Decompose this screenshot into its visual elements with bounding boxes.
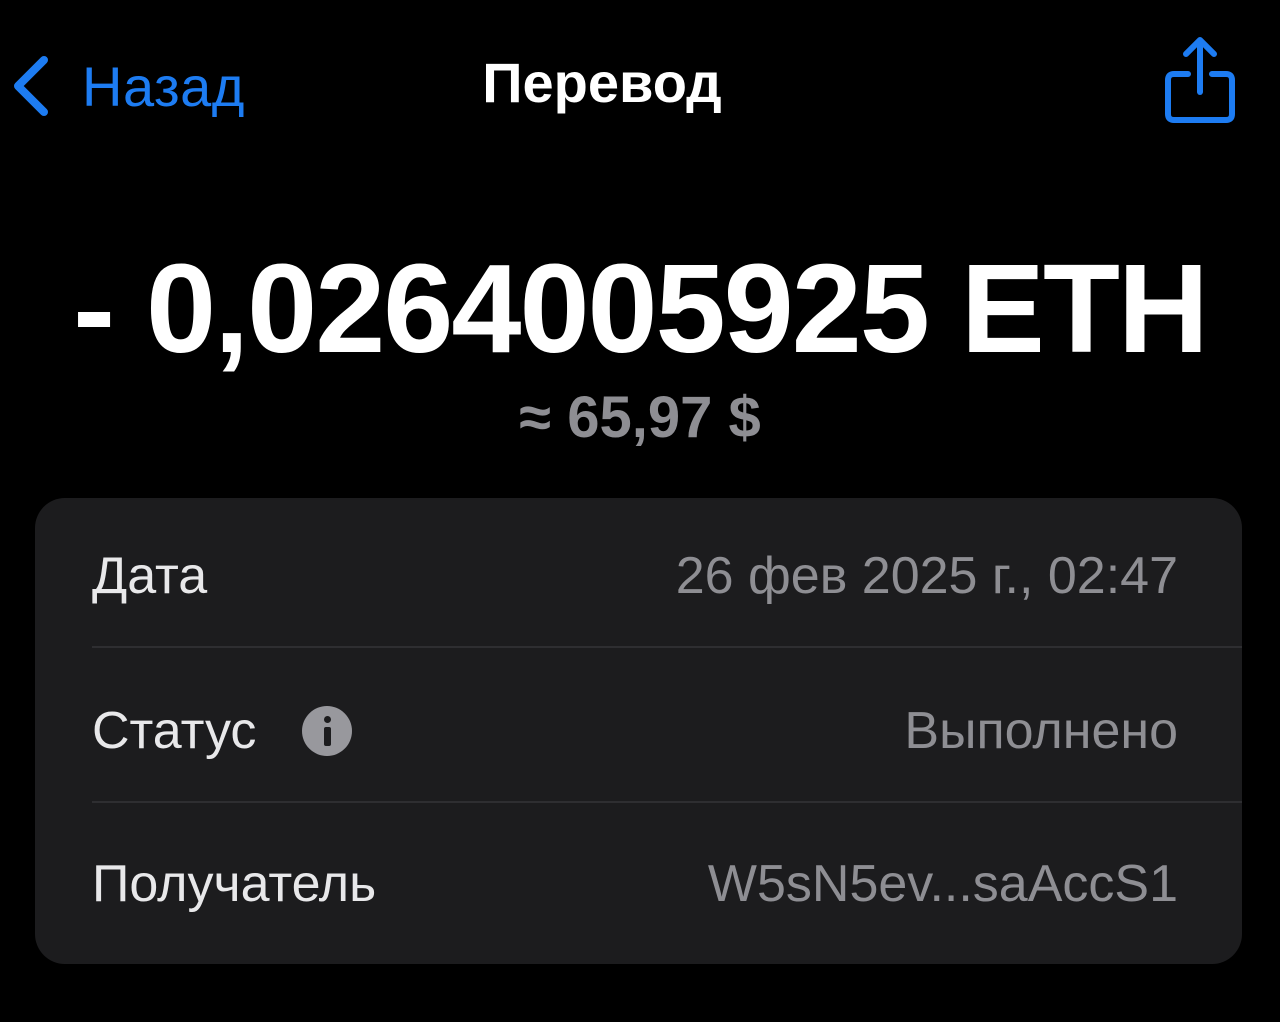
recipient-row[interactable]: Получатель W5sN5ev...saAccS1 <box>35 806 1242 956</box>
divider <box>92 646 1242 648</box>
info-icon[interactable] <box>302 706 353 756</box>
status-row: Статус Выполнено <box>35 653 1242 803</box>
divider <box>92 801 1242 803</box>
details-card: Дата 26 фев 2025 г., 02:47 Статус Выполн… <box>35 498 1242 964</box>
transaction-amount: - 0,0264005925 ETH <box>73 238 1209 379</box>
share-icon <box>1160 37 1240 130</box>
status-value: Выполнено <box>904 702 1178 760</box>
page-title: Перевод <box>0 50 1280 115</box>
date-value: 26 фев 2025 г., 02:47 <box>675 547 1178 605</box>
fiat-equivalent: ≈ 65,97 $ <box>519 385 761 450</box>
recipient-label: Получатель <box>92 855 377 913</box>
date-label: Дата <box>92 547 208 605</box>
page-title-text: Перевод <box>482 51 722 114</box>
share-button[interactable] <box>1160 34 1240 131</box>
date-row: Дата 26 фев 2025 г., 02:47 <box>35 498 1242 648</box>
transaction-screen: Назад Перевод - 0,0264005925 ETH ≈ 65,97… <box>0 0 1280 1022</box>
status-label: Статус <box>92 702 257 760</box>
recipient-address[interactable]: W5sN5ev...saAccS1 <box>708 854 1178 914</box>
status-label-group: Статус <box>92 701 353 761</box>
